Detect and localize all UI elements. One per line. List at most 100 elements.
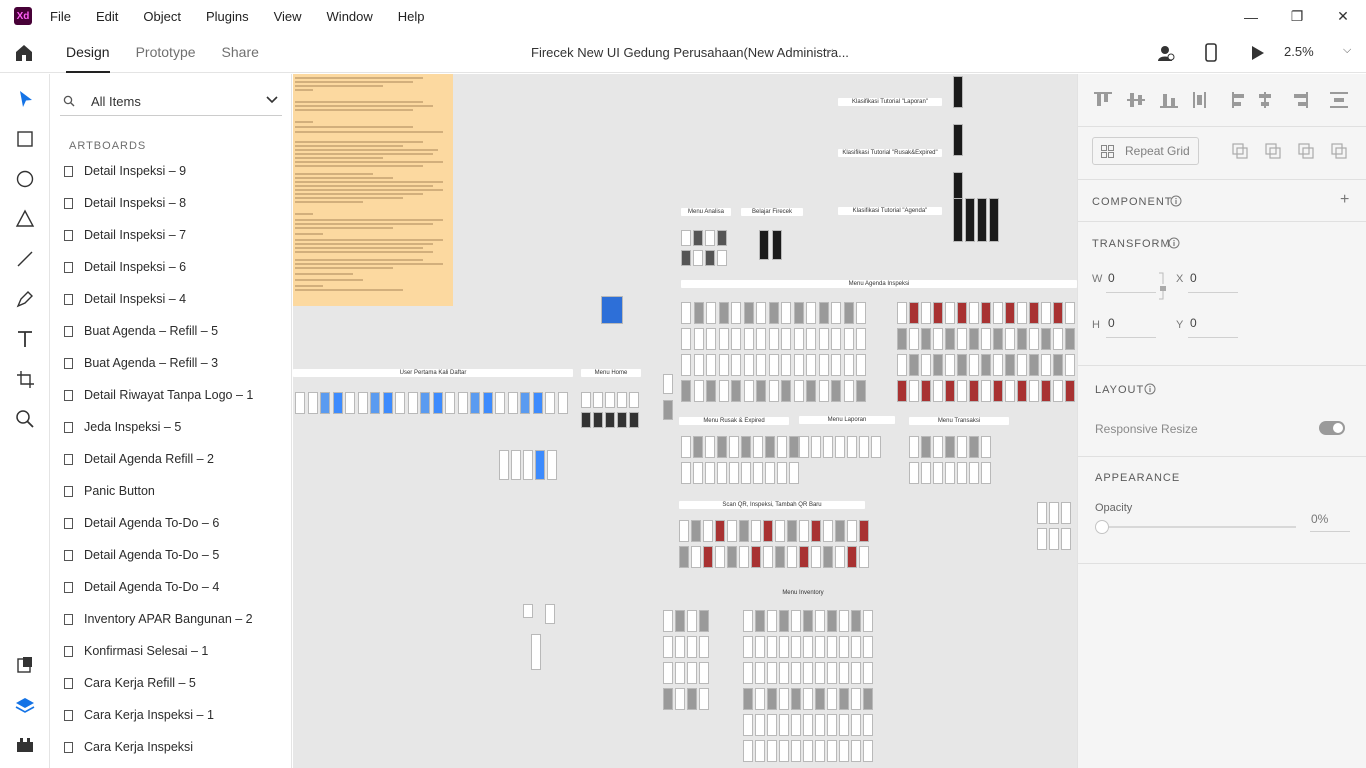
artboard-thumbnail[interactable] xyxy=(843,328,854,350)
artboard-thumbnail[interactable] xyxy=(863,610,873,632)
artboard-thumbnail[interactable] xyxy=(1053,380,1063,402)
artboard-list-item[interactable]: Detail Agenda To-Do – 6 xyxy=(62,507,287,539)
artboard-thumbnail[interactable] xyxy=(839,636,849,658)
artboard-thumbnail[interactable] xyxy=(727,520,737,542)
artboard-thumbnail[interactable] xyxy=(827,688,837,710)
artboard-thumbnail[interactable] xyxy=(687,688,697,710)
artboard-thumbnail[interactable] xyxy=(799,520,809,542)
artboard-thumbnail[interactable] xyxy=(499,450,509,480)
artboard-thumbnail[interactable] xyxy=(835,436,845,458)
artboard-thumbnail[interactable] xyxy=(681,436,691,458)
artboard-thumbnail[interactable] xyxy=(693,250,703,266)
artboard-thumbnail[interactable] xyxy=(681,354,691,376)
artboard-thumbnail[interactable] xyxy=(1065,380,1075,402)
artboard-thumbnail[interactable] xyxy=(993,302,1003,324)
artboard-thumbnail[interactable] xyxy=(957,436,967,458)
artboard-thumbnail[interactable] xyxy=(395,392,405,414)
artboard-thumbnail[interactable] xyxy=(687,610,697,632)
artboard-thumbnail[interactable] xyxy=(743,354,754,376)
artboard-thumbnail[interactable] xyxy=(593,392,603,408)
artboard-thumbnail[interactable] xyxy=(703,546,713,568)
artboard-thumbnail[interactable] xyxy=(847,546,857,568)
artboard-thumbnail[interactable] xyxy=(693,380,704,402)
text-tool-icon[interactable] xyxy=(14,328,36,350)
artboard-thumbnail[interactable] xyxy=(679,520,689,542)
layers-icon[interactable] xyxy=(14,694,36,716)
menu-help[interactable]: Help xyxy=(398,9,425,24)
artboard-list-item[interactable]: Detail Inspeksi – 7 xyxy=(62,219,287,251)
artboard-thumbnail[interactable] xyxy=(768,380,779,402)
artboard-thumbnail[interactable] xyxy=(909,354,919,376)
artboard-thumbnail[interactable] xyxy=(953,76,963,108)
artboard-thumbnail[interactable] xyxy=(799,546,809,568)
artboard-thumbnail[interactable] xyxy=(981,436,991,458)
artboard-thumbnail[interactable] xyxy=(772,230,782,260)
artboard-thumbnail[interactable] xyxy=(332,392,343,414)
artboard-list-item[interactable]: Detail Riwayat Tanpa Logo – 1 xyxy=(62,379,287,411)
rectangle-tool-icon[interactable] xyxy=(14,128,36,150)
artboard-thumbnail[interactable] xyxy=(789,462,799,484)
artboard-thumbnail[interactable] xyxy=(779,714,789,736)
artboard-thumbnail[interactable] xyxy=(751,520,761,542)
artboard-thumbnail[interactable] xyxy=(547,450,557,480)
artboard-thumbnail[interactable] xyxy=(811,520,821,542)
artboard-thumbnail[interactable] xyxy=(871,436,881,458)
artboard-thumbnail[interactable] xyxy=(779,740,789,762)
artboard-thumbnail[interactable] xyxy=(781,302,791,324)
artboard-thumbnail[interactable] xyxy=(847,436,857,458)
artboard-thumbnail[interactable] xyxy=(753,462,763,484)
artboard-thumbnail[interactable] xyxy=(803,688,813,710)
artboard-thumbnail[interactable] xyxy=(969,354,979,376)
artboard-thumbnail[interactable] xyxy=(839,610,849,632)
artboard-thumbnail[interactable] xyxy=(803,662,813,684)
artboard-thumbnail[interactable] xyxy=(806,380,816,402)
artboard-thumbnail[interactable] xyxy=(851,636,861,658)
artboard-thumbnail[interactable] xyxy=(957,328,967,350)
artboard-thumbnail[interactable] xyxy=(545,392,555,414)
repeat-grid-button[interactable]: Repeat Grid xyxy=(1092,137,1199,165)
artboard-thumbnail[interactable] xyxy=(507,392,518,414)
artboard-thumbnail[interactable] xyxy=(407,392,418,414)
opacity-field[interactable]: 0% xyxy=(1311,512,1328,526)
tab-design[interactable]: Design xyxy=(66,33,110,73)
artboard-thumbnail[interactable] xyxy=(933,302,943,324)
artboard-thumbnail[interactable] xyxy=(715,520,725,542)
artboard-thumbnail[interactable] xyxy=(957,380,967,402)
artboard-thumbnail[interactable] xyxy=(693,302,704,324)
artboard-thumbnail[interactable] xyxy=(1065,328,1075,350)
artboard-thumbnail[interactable] xyxy=(803,740,813,762)
artboard-thumbnail[interactable] xyxy=(756,380,766,402)
artboard-thumbnail[interactable] xyxy=(779,636,789,658)
artboard-thumbnail[interactable] xyxy=(839,688,849,710)
artboard-thumbnail[interactable] xyxy=(705,250,715,266)
align-icons[interactable] xyxy=(1094,90,1354,110)
artboard-thumbnail[interactable] xyxy=(897,302,907,324)
artboard-thumbnail[interactable] xyxy=(755,740,765,762)
artboard-thumbnail[interactable] xyxy=(1049,502,1059,524)
artboard-thumbnail[interactable] xyxy=(945,380,955,402)
artboard-thumbnail[interactable] xyxy=(705,462,715,484)
home-icon[interactable] xyxy=(14,43,34,63)
artboard-thumbnail[interactable] xyxy=(693,462,703,484)
artboard-thumbnail[interactable] xyxy=(859,520,869,542)
close-button[interactable]: ✕ xyxy=(1320,0,1366,33)
artboard-thumbnail[interactable] xyxy=(803,636,813,658)
artboard-thumbnail[interactable] xyxy=(811,546,821,568)
artboard-thumbnail[interactable] xyxy=(681,380,691,402)
artboard-thumbnail[interactable] xyxy=(781,380,791,402)
opacity-slider-track[interactable] xyxy=(1102,526,1296,528)
artboard-thumbnail[interactable] xyxy=(1017,380,1027,402)
artboard-thumbnail[interactable] xyxy=(945,328,955,350)
artboard-thumbnail[interactable] xyxy=(1053,302,1063,324)
artboard-thumbnail[interactable] xyxy=(789,436,799,458)
artboard-thumbnail[interactable] xyxy=(420,392,430,414)
artboard-thumbnail[interactable] xyxy=(523,604,533,618)
artboard-thumbnail[interactable] xyxy=(921,328,931,350)
artboard-thumbnail[interactable] xyxy=(793,328,804,350)
artboard-thumbnail[interactable] xyxy=(755,662,765,684)
artboard-thumbnail[interactable] xyxy=(718,302,729,324)
artboard-thumbnail[interactable] xyxy=(815,714,825,736)
device-preview-icon[interactable] xyxy=(1203,43,1219,63)
artboard-thumbnail[interactable] xyxy=(741,436,751,458)
notes-artboard[interactable] xyxy=(293,74,453,306)
